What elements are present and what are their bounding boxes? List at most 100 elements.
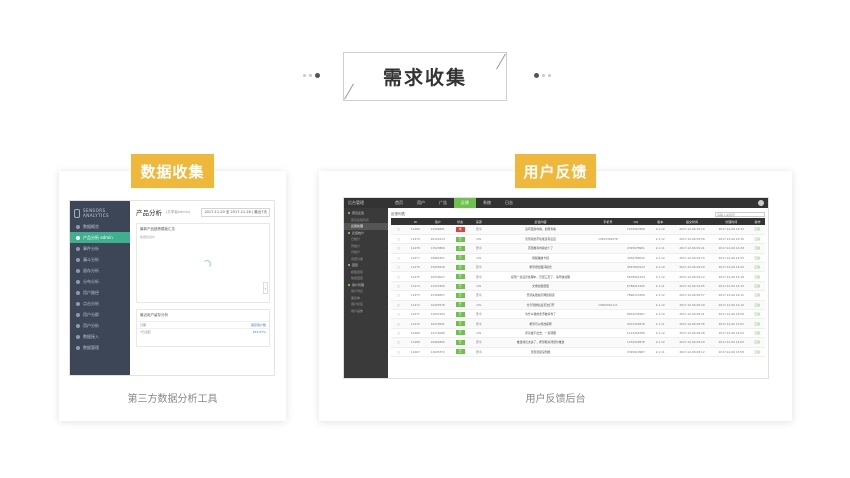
reply-link[interactable]: 回复: [749, 234, 765, 245]
table-row[interactable]: ▢ 11475 10559027 已安卓 提现一直显示处理中，已经三天了，请尽快处理 56…: [391, 271, 765, 282]
row-checkbox[interactable]: ▢: [391, 253, 406, 264]
status-badge: 已: [455, 330, 465, 336]
cell-version: 2.1.12: [649, 234, 672, 245]
table-row[interactable]: ▢ 11474 11257840 已 iOS 文章加载很慢 6789012345 2.1.11…: [391, 281, 765, 292]
row-checkbox[interactable]: ▢: [391, 309, 406, 320]
date-range-picker[interactable]: 2017-11-20 至 2017-11-26 | 最近7天: [201, 207, 270, 217]
cell-version: 2.1.11: [649, 318, 672, 329]
menu-dot-icon: [76, 323, 80, 328]
sidebar-item-label: 产品分析 admin: [83, 234, 113, 240]
row-checkbox[interactable]: ▢: [391, 281, 406, 292]
cell-submit-time: 2017-12-06 08:57: [671, 290, 713, 301]
trend-panel: 最新产品趋势模板汇总 数据加载中 ›: [136, 223, 270, 303]
reply-link[interactable]: 回复: [749, 300, 765, 311]
status-badge: 已: [455, 245, 465, 251]
table-row[interactable]: ▢ 11479 10152213 已 iOS 签到领金币功能没有反应 13812345678…: [391, 234, 765, 245]
nav-tab[interactable]: 系统: [476, 198, 498, 208]
nav-tab[interactable]: 广告: [432, 198, 454, 208]
card-caption: 用户反馈后台: [525, 394, 586, 405]
cell-phone: [592, 290, 623, 301]
cell-user: 10882351: [424, 253, 451, 264]
cell-phone: [592, 271, 623, 282]
reply-link[interactable]: 回复: [749, 281, 765, 292]
row-checkbox[interactable]: ▢: [391, 290, 406, 301]
reply-link[interactable]: 回复: [749, 347, 765, 357]
row-checkbox[interactable]: ▢: [391, 271, 406, 282]
sidebar-item[interactable]: 事件分析: [70, 243, 130, 254]
table-row[interactable]: ▢ 11469 12174089 已 iOS 评论发不出去，一直转圈 1123456789 2…: [391, 328, 765, 339]
sidebar-item[interactable]: 数据概览: [70, 221, 130, 232]
cell-status: 已: [450, 309, 470, 320]
reply-link[interactable]: 回复: [749, 328, 765, 339]
row-checkbox[interactable]: ▢: [391, 262, 406, 273]
sidebar-item[interactable]: 点击分析: [70, 298, 130, 309]
sidebar-item[interactable]: 用户分析: [70, 320, 130, 331]
reply-link[interactable]: 回复: [749, 262, 765, 273]
nav-tab[interactable]: 首页: [388, 198, 410, 208]
reply-link[interactable]: 回复: [749, 243, 765, 254]
cell-version: 2.1.12: [649, 328, 672, 339]
row-checkbox[interactable]: ▢: [391, 225, 406, 235]
cell-phone: [592, 318, 623, 329]
reply-link[interactable]: 回复: [749, 318, 765, 329]
cell-user: 12586891: [424, 225, 451, 235]
cell-status: 已: [450, 290, 470, 301]
table-row[interactable]: ▢ 11480 12586891 未安卓 没有更新内容，如何查看 1234567890 2.…: [391, 225, 765, 235]
column-header: 提交时间: [671, 218, 713, 225]
cell-id: 11471: [405, 309, 425, 320]
cell-version: 2.1.11: [649, 243, 672, 254]
nav-tab[interactable]: 日志: [498, 198, 520, 208]
row-checkbox[interactable]: ▢: [391, 243, 406, 254]
row-checkbox[interactable]: ▢: [391, 318, 406, 329]
retention-panel-title: 最近用户留存分析: [140, 313, 168, 317]
reply-link[interactable]: 回复: [749, 309, 765, 320]
table-row[interactable]: ▢ 11478 11523869 已安卓 首页推荐内容太少了 2345678901 2.1.…: [391, 243, 765, 254]
cell-id: 11480: [405, 225, 425, 235]
cell-handle-time: 2017-12-06 14:30: [712, 234, 750, 245]
sidebar-item[interactable]: 用户画像: [344, 308, 388, 315]
cell-status: 已: [450, 234, 470, 245]
nav-tab[interactable]: 反馈: [454, 198, 476, 208]
row-checkbox[interactable]: ▢: [391, 234, 406, 245]
sidebar-item[interactable]: 用户路径: [70, 287, 130, 298]
row-checkbox[interactable]: ▢: [391, 337, 406, 348]
row-checkbox[interactable]: ▢: [391, 300, 406, 311]
search-input[interactable]: 请输入关键字: [715, 211, 765, 217]
table-row[interactable]: ▢ 11473 12368457 已安卓 登录失败提示网络错误 7890123456 2.1…: [391, 290, 765, 301]
row-checkbox[interactable]: ▢: [391, 347, 406, 357]
reply-link[interactable]: 回复: [749, 225, 765, 235]
cell-version: 2.1.10: [649, 309, 672, 320]
row-checkbox[interactable]: ▢: [391, 328, 406, 339]
status-badge: 已: [455, 311, 465, 317]
reply-link[interactable]: 回复: [749, 290, 765, 301]
reply-link[interactable]: 回复: [749, 271, 765, 282]
sidebar-item[interactable]: 数据管理: [70, 342, 130, 353]
user-avatar-icon[interactable]: [758, 200, 764, 206]
reply-link[interactable]: 回复: [749, 337, 765, 348]
sidebar-item[interactable]: 用户分群: [70, 309, 130, 320]
cell-submit-time: 2017-12-06 08:12: [671, 347, 713, 357]
nav-tab[interactable]: 用户: [410, 198, 432, 208]
sidebar-item[interactable]: 漏斗分析: [70, 254, 130, 265]
cell-source: 安卓: [469, 347, 489, 357]
sidebar-item[interactable]: 产品分析 admin: [70, 232, 130, 243]
sidebar-item[interactable]: 留存分析: [70, 265, 130, 276]
table-row[interactable]: ▢ 11477 10882351 已 iOS 视频播放卡顿 3456789012 2.1.12…: [391, 253, 765, 264]
sidebar-item[interactable]: 分布分析: [70, 276, 130, 287]
reply-link[interactable]: 回复: [749, 253, 765, 264]
menu-dot-icon: [76, 290, 80, 295]
table-row[interactable]: ▢ 11467 11605372 已安卓 签到奖励没到账 2345610987 2.1.11…: [391, 347, 765, 357]
cell-submit-time: 2017-12-06 09:05: [671, 281, 713, 292]
table-row[interactable]: ▢ 11471 11837204 已安卓 为什么我的金币被清零了 8901234567 2.…: [391, 309, 765, 320]
chevron-right-icon[interactable]: ›: [263, 282, 268, 294]
sidebar-item[interactable]: 数据接入: [70, 331, 130, 342]
table-row[interactable]: ▢ 11470 10276931 已安卓 希望可以修改昵称 9012345678 2.1.1…: [391, 318, 765, 329]
cell-version: 2.1.11: [649, 281, 672, 292]
cell-version: 2.1.12: [649, 300, 672, 311]
user-feedback-card: 用户反馈 后台管理 首页 用户 广告 反馈 系统 日志 意见反馈 意见反馈列表 反馈处理 反馈统…: [319, 154, 792, 421]
table-cell-key: 7日活跃: [140, 330, 151, 334]
table-row[interactable]: ▢ 11472 10493576 已 iOS 分享到微信后无法打开 13900001111 2…: [391, 300, 765, 311]
table-row[interactable]: ▢ 11468 10962845 已安卓 推送消息太多了，希望能关闭部分推送 123450…: [391, 337, 765, 348]
cell-submit-time: 2017-12-06 09:58: [671, 234, 713, 245]
table-row[interactable]: ▢ 11476 12005618 已安卓 希望增加夜间模式 4567890123 2.1.1…: [391, 262, 765, 273]
